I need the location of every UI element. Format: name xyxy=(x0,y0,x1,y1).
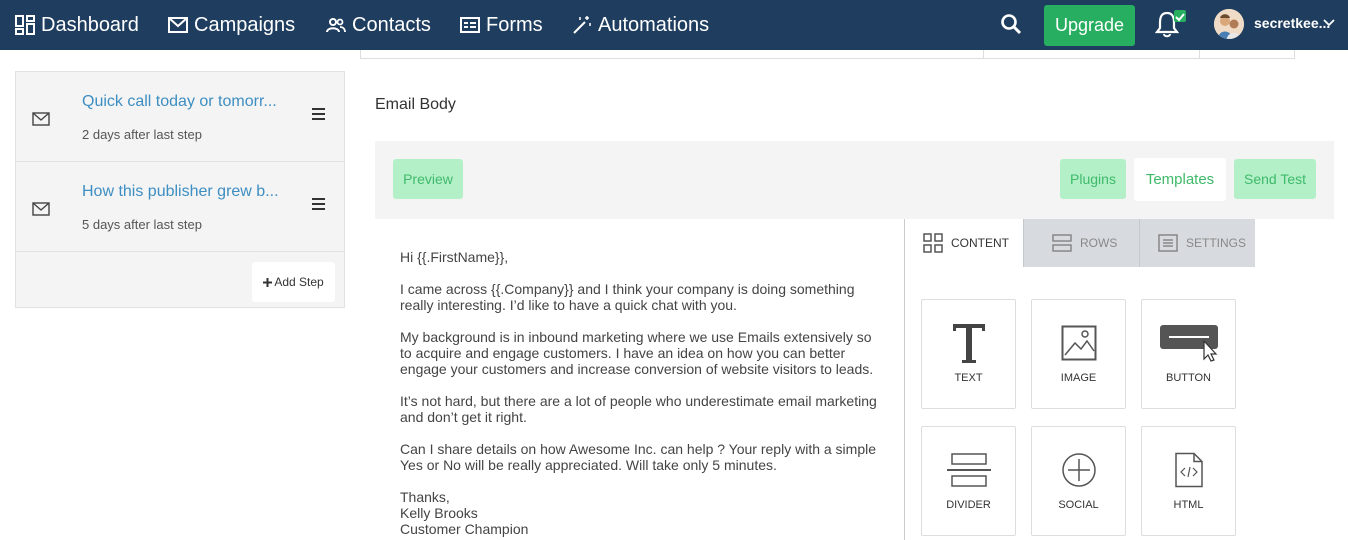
divider xyxy=(983,50,984,59)
tile-label: IMAGE xyxy=(1060,372,1097,384)
grid-icon xyxy=(923,233,943,253)
tile-label: TEXT xyxy=(954,372,983,384)
tile-label: SOCIAL xyxy=(1058,499,1099,511)
divider xyxy=(1199,50,1200,59)
add-step-button[interactable]: Add Step xyxy=(252,262,335,302)
step-delay: 2 days after last step xyxy=(82,127,202,142)
envelope-icon xyxy=(168,17,188,33)
step-title[interactable]: How this publisher grew b... xyxy=(82,183,279,201)
tab-content[interactable]: CONTENT xyxy=(905,219,1023,267)
divider-block-tile[interactable]: DIVIDER xyxy=(921,426,1016,536)
add-step-label: Add Step xyxy=(274,275,324,289)
editor-tabs: CONTENT ROWS SETTINGS xyxy=(905,219,1255,267)
tab-rows[interactable]: ROWS xyxy=(1023,219,1139,267)
social-plus-icon xyxy=(1032,445,1125,495)
people-icon xyxy=(326,18,346,33)
templates-button[interactable]: Templates xyxy=(1134,158,1226,201)
upgrade-button[interactable]: Upgrade xyxy=(1044,5,1135,46)
hamburger-menu-icon[interactable] xyxy=(312,198,325,210)
header-fields-row xyxy=(360,50,1295,59)
email-paragraph: Can I share details on how Awesome Inc. … xyxy=(400,441,877,473)
html-block-tile[interactable]: HTML xyxy=(1141,426,1236,536)
avatar[interactable] xyxy=(1214,9,1244,39)
hamburger-menu-icon[interactable] xyxy=(312,108,325,120)
nav-campaigns-label: Campaigns xyxy=(194,13,296,36)
nav-campaigns[interactable]: Campaigns xyxy=(168,0,295,50)
search-icon[interactable] xyxy=(1000,13,1022,35)
username[interactable]: secretkee... xyxy=(1254,15,1330,31)
form-icon xyxy=(460,17,480,33)
nav-forms[interactable]: Forms xyxy=(460,0,543,50)
plugins-button[interactable]: Plugins xyxy=(1060,159,1126,199)
divider-icon xyxy=(922,445,1015,495)
envelope-icon xyxy=(32,112,50,126)
editor-toolbar: Preview Plugins Templates Send Test xyxy=(375,141,1334,219)
list-item[interactable]: How this publisher grew b... 5 days afte… xyxy=(16,162,344,252)
text-icon xyxy=(922,318,1015,368)
nav-contacts[interactable]: Contacts xyxy=(326,0,431,50)
email-signoff: Thanks, xyxy=(400,489,450,505)
tile-label: HTML xyxy=(1173,499,1204,511)
preview-button[interactable]: Preview xyxy=(393,159,463,199)
send-test-button[interactable]: Send Test xyxy=(1234,159,1316,199)
tab-settings-label: SETTINGS xyxy=(1186,236,1247,250)
image-icon xyxy=(1032,318,1125,368)
plus-icon xyxy=(263,277,273,287)
nav-forms-label: Forms xyxy=(486,13,543,36)
notification-badge xyxy=(1174,10,1186,22)
nav-dashboard[interactable]: Dashboard xyxy=(15,0,139,50)
text-block-tile[interactable]: TEXT xyxy=(921,299,1016,409)
email-paragraph: It’s not hard, but there are a lot of pe… xyxy=(400,393,877,425)
nav-automations[interactable]: Automations xyxy=(572,0,709,50)
button-icon xyxy=(1142,318,1235,368)
email-signature-name: Kelly Brooks xyxy=(400,505,478,521)
rows-icon xyxy=(1052,234,1072,252)
settings-list-icon xyxy=(1158,234,1178,252)
step-title[interactable]: Quick call today or tomorr... xyxy=(82,93,277,111)
email-body-content[interactable]: Hi {{.FirstName}}, I came across {{.Comp… xyxy=(400,249,885,537)
step-delay: 5 days after last step xyxy=(82,217,202,232)
email-signature-title: Customer Champion xyxy=(400,521,529,537)
dashboard-icon xyxy=(15,15,35,35)
email-greeting: Hi {{.FirstName}}, xyxy=(400,249,509,265)
magic-wand-icon xyxy=(573,16,591,34)
avatar-image xyxy=(1214,9,1244,39)
tile-label: BUTTON xyxy=(1165,372,1212,384)
email-paragraph: My background is in inbound marketing wh… xyxy=(400,329,874,377)
tile-label: DIVIDER xyxy=(946,499,991,511)
social-block-tile[interactable]: SOCIAL xyxy=(1031,426,1126,536)
top-navbar: Dashboard Campaigns Contacts Forms Autom… xyxy=(0,0,1348,50)
content-blocks-panel: CONTENT ROWS SETTINGS TEXT IMAGE BUTTON xyxy=(904,219,1255,540)
email-paragraph: I came across {{.Company}} and I think y… xyxy=(400,281,855,313)
envelope-icon xyxy=(32,202,50,216)
button-block-tile[interactable]: BUTTON xyxy=(1141,299,1236,409)
sequence-steps-panel: Quick call today or tomorr... 2 days aft… xyxy=(15,71,345,308)
email-body-label: Email Body xyxy=(375,96,456,113)
chevron-down-icon[interactable] xyxy=(1323,19,1335,27)
nav-contacts-label: Contacts xyxy=(352,13,431,36)
html-file-icon xyxy=(1142,445,1235,495)
image-block-tile[interactable]: IMAGE xyxy=(1031,299,1126,409)
tab-settings[interactable]: SETTINGS xyxy=(1139,219,1255,267)
tab-content-label: CONTENT xyxy=(951,236,1009,250)
list-item[interactable]: Quick call today or tomorr... 2 days aft… xyxy=(16,72,344,162)
nav-automations-label: Automations xyxy=(598,13,710,36)
tab-rows-label: ROWS xyxy=(1080,236,1118,250)
nav-dashboard-label: Dashboard xyxy=(41,13,139,36)
check-icon xyxy=(1175,13,1185,22)
